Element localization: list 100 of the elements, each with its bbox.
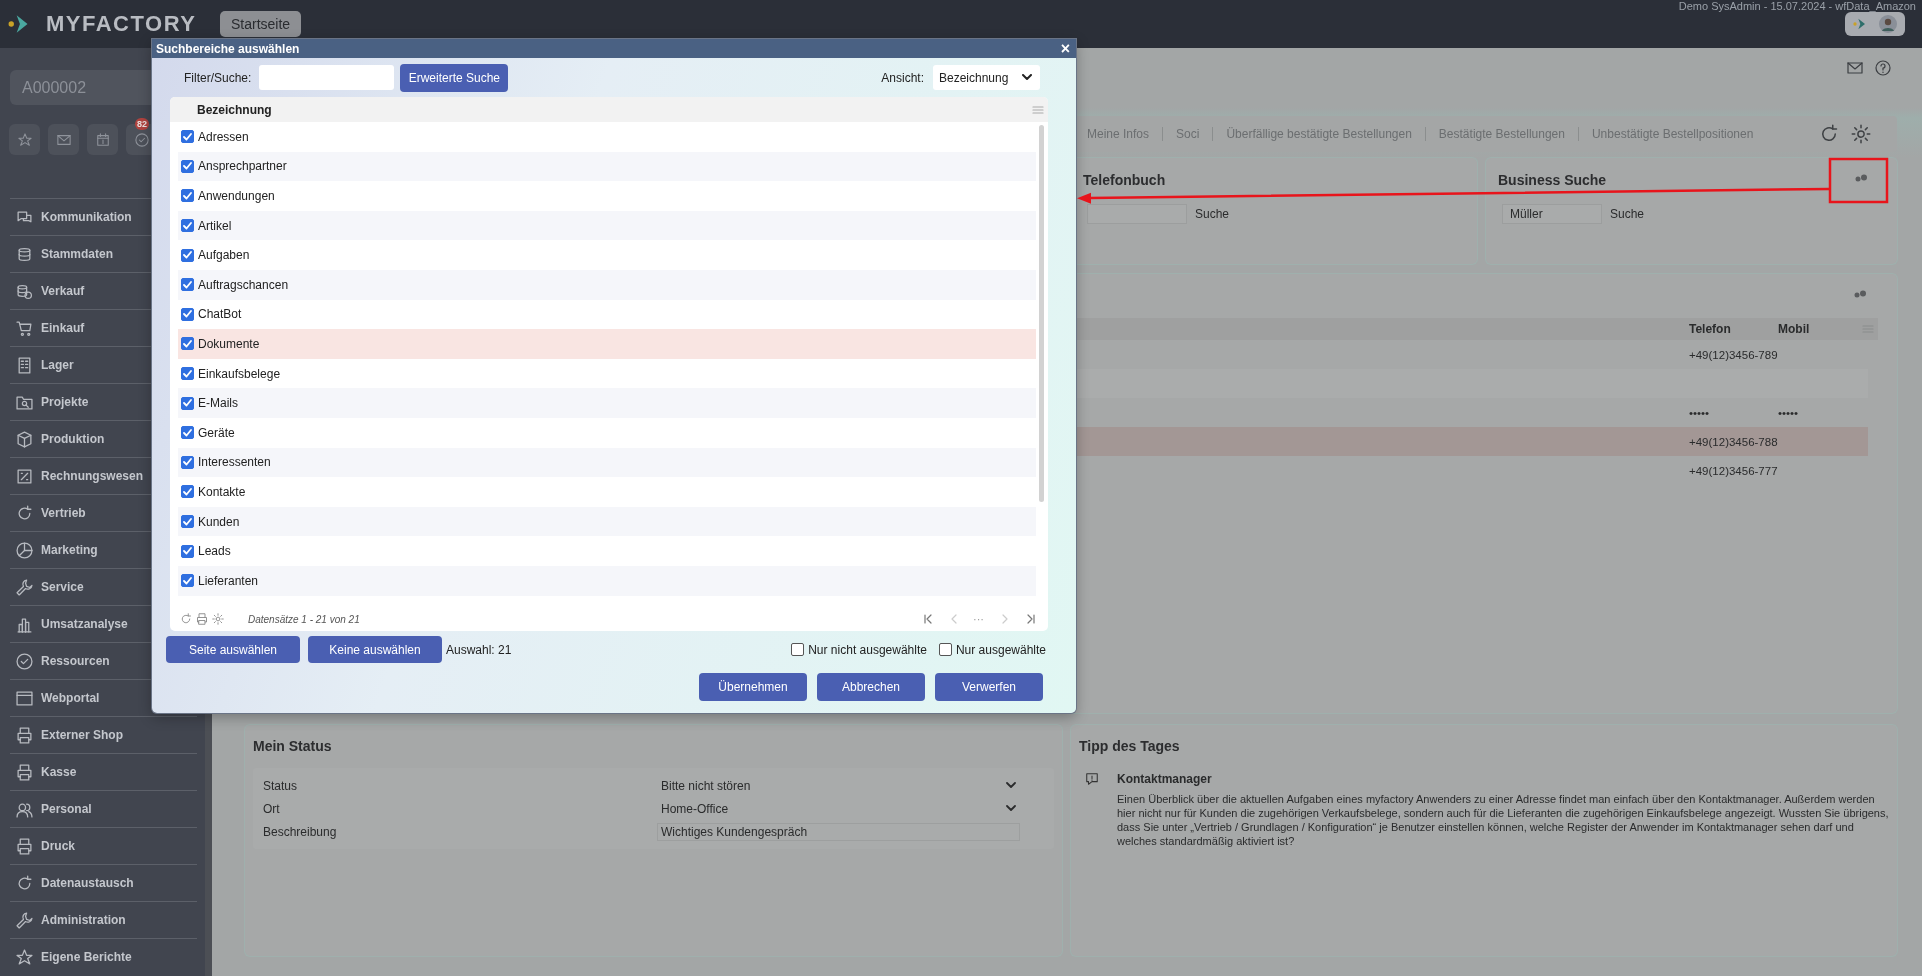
list-row[interactable]: Interessenten xyxy=(178,447,1036,478)
checkbox[interactable] xyxy=(181,159,194,173)
input-field[interactable]: Wichtiges Kundengespräch xyxy=(657,822,1020,841)
list-row[interactable]: Dokumente xyxy=(178,329,1036,359)
sidebar-item[interactable]: Kasse xyxy=(10,753,197,790)
row-label: Kunden xyxy=(198,514,240,529)
checkbox[interactable] xyxy=(181,189,194,203)
field-label: Status xyxy=(263,778,299,793)
home-tab[interactable]: Startseite xyxy=(220,11,302,37)
checkbox[interactable] xyxy=(181,455,194,469)
dropdown[interactable]: Bitte nicht stören xyxy=(657,776,1020,795)
advanced-search-button[interactable]: Erweiterte Suche xyxy=(400,63,509,92)
favorites-button[interactable] xyxy=(9,124,40,155)
speech-bubble-icon xyxy=(1085,772,1099,786)
checkbox[interactable] xyxy=(181,396,194,410)
mail-icon xyxy=(56,132,71,147)
help-icon[interactable] xyxy=(1875,60,1891,76)
calendar-icon xyxy=(95,132,110,147)
table-cell: ••••• xyxy=(1689,406,1710,419)
star-icon xyxy=(16,948,33,966)
dots-icon[interactable] xyxy=(1853,289,1867,299)
checkbox[interactable] xyxy=(181,307,194,321)
box-icon xyxy=(16,430,33,448)
checkbox[interactable] xyxy=(181,367,194,381)
checkbox[interactable] xyxy=(181,574,194,588)
list-row[interactable]: Auftragschancen xyxy=(178,269,1036,300)
tip-heading: Kontaktmanager xyxy=(1117,772,1213,786)
list-row[interactable]: Ansprechpartner xyxy=(178,151,1036,182)
row-label: Dokumente xyxy=(198,336,260,351)
dialog-title: Suchbereiche auswählen xyxy=(156,41,300,56)
user-menu-button[interactable] xyxy=(1845,12,1905,36)
list-row[interactable]: Lieferanten xyxy=(178,565,1036,596)
printer-icon xyxy=(16,837,33,855)
sidebar-item[interactable]: Administration xyxy=(10,901,197,938)
refresh-icon[interactable] xyxy=(1819,124,1839,144)
list-row[interactable]: E-Mails xyxy=(178,388,1036,418)
dropdown[interactable]: Home-Office xyxy=(657,799,1020,818)
tip-text: Einen Überblick über die aktuellen Aufgaben eines myfactory Anwenders zu einer Adresse findet man einfach über den Kontaktmanager. Außerdem werden hier nicht nur für Kunden die zugehörigen Verkaufsbelege, sondern auch für die Lieferanten die zugehörigen Einkaufsbelege angezeigt. Wussten Sie übrigens, dass Sie unter „Vertrieb / Grundlagen / Konfiguration“ je Benutzer einstellen können, welche Register der Anwender im Kontaktmanager sehen darf und welches standardmäßig aktiviert ist? xyxy=(1117,792,1889,848)
checkbox[interactable] xyxy=(181,278,194,292)
checkbox[interactable] xyxy=(181,337,194,351)
filter-field[interactable] xyxy=(259,65,395,90)
table-cell: ••••• xyxy=(1778,406,1799,419)
dots-icon[interactable] xyxy=(1854,173,1868,183)
check-circle-icon xyxy=(134,132,149,147)
sidebar-item[interactable]: Personal xyxy=(10,790,197,827)
select-none-button[interactable]: Keine auswählen xyxy=(308,636,442,663)
sidebar-item[interactable]: Externer Shop xyxy=(10,716,197,753)
highlight-frame xyxy=(1828,157,1889,204)
database-icon xyxy=(16,245,33,263)
checkbox[interactable] xyxy=(791,643,805,656)
select-page-button[interactable]: Seite auswählen xyxy=(166,636,300,663)
action-button[interactable]: Abbrechen xyxy=(817,673,925,701)
checkbox[interactable] xyxy=(181,248,194,262)
view-dropdown[interactable]: Bezeichnung xyxy=(933,65,1040,90)
action-button[interactable]: Verwerfen xyxy=(935,673,1043,701)
cycle-icon xyxy=(16,504,33,522)
wrench-icon xyxy=(16,911,33,929)
refresh-icon[interactable] xyxy=(180,613,192,625)
last-page-icon[interactable] xyxy=(1026,614,1036,624)
first-page-icon[interactable] xyxy=(923,614,933,624)
checkbox[interactable] xyxy=(181,426,194,440)
sidebar-item[interactable]: Eigene Berichte xyxy=(10,938,197,975)
action-button[interactable]: Übernehmen xyxy=(699,673,807,701)
list-row[interactable]: Kunden xyxy=(178,506,1036,537)
row-label: Einkaufsbelege xyxy=(198,366,281,381)
column-header[interactable]: Mobil xyxy=(1778,322,1853,336)
window-icon xyxy=(16,689,33,707)
percent-icon xyxy=(16,467,33,485)
close-button[interactable]: × xyxy=(1058,40,1072,57)
search-field[interactable]: Müller xyxy=(1502,204,1602,224)
table-cell: +49(12)3456-788 xyxy=(1689,435,1778,448)
column-header[interactable]: Bezeichnung xyxy=(197,102,272,117)
settings-icon[interactable] xyxy=(212,613,224,625)
list-row[interactable]: Adressen xyxy=(178,122,1036,152)
calendar-button[interactable] xyxy=(87,124,118,155)
checkbox[interactable] xyxy=(181,515,194,528)
mail-button[interactable] xyxy=(48,124,79,155)
list-row[interactable]: Artikel xyxy=(178,210,1036,241)
filter-checkbox[interactable]: Nur ausgewählte xyxy=(938,642,1046,657)
row-label: Anwendungen xyxy=(198,189,275,203)
checkbox[interactable] xyxy=(181,544,194,558)
settings-icon[interactable] xyxy=(1851,124,1871,144)
chevron-down-icon xyxy=(1006,782,1016,789)
mail-icon[interactable] xyxy=(1847,60,1863,76)
notification-badge: 82 xyxy=(135,118,149,130)
sidebar-item[interactable]: Druck xyxy=(10,827,197,864)
cart-icon xyxy=(16,319,33,337)
checkbox[interactable] xyxy=(181,485,194,499)
card-title: Mein Status xyxy=(253,738,332,754)
search-field[interactable] xyxy=(1087,204,1187,224)
checkbox[interactable] xyxy=(181,130,194,144)
column-header[interactable]: Telefon xyxy=(1689,322,1778,336)
row-label: Artikel xyxy=(198,218,232,233)
printer-icon[interactable] xyxy=(196,613,208,625)
checkbox[interactable] xyxy=(181,219,194,233)
wrench-icon xyxy=(16,578,33,596)
row-label: Geräte xyxy=(198,425,235,440)
checkbox[interactable] xyxy=(938,643,952,656)
sidebar-item[interactable]: Datenaustausch xyxy=(10,864,197,901)
building-icon xyxy=(16,356,33,374)
